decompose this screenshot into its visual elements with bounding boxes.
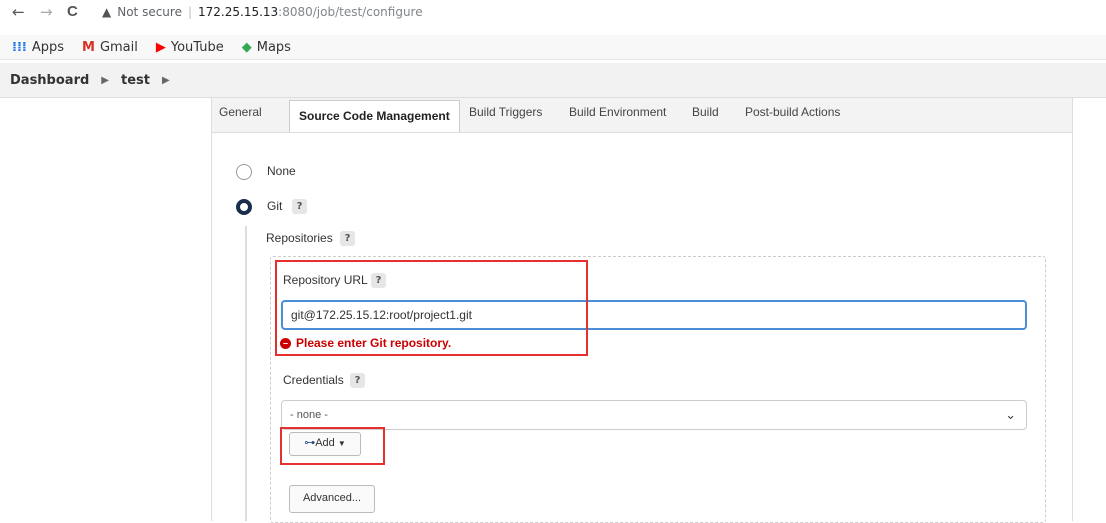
annotation-highlight-add-button: [280, 427, 385, 465]
breadcrumb: Dashboard ▶ test ▶: [0, 63, 1106, 98]
tab-build[interactable]: Build: [692, 105, 719, 119]
scm-none-label: None: [267, 164, 296, 178]
tab-post-build-actions[interactable]: Post-build Actions: [745, 105, 840, 119]
bookmark-label: Maps: [256, 39, 291, 55]
config-tabs: General Source Code Management Build Tri…: [212, 98, 1072, 133]
bookmark-label: YouTube: [170, 39, 224, 55]
maps-icon: ◆: [241, 39, 252, 55]
bookmark-label: Gmail: [99, 39, 138, 55]
browser-toolbar: ← → C ▲ Not secure | 172.25.15.13 :8080/…: [0, 0, 1106, 26]
tab-general[interactable]: General: [219, 105, 262, 119]
breadcrumb-chevron-icon[interactable]: ▶: [101, 75, 109, 86]
warning-icon: ▲: [102, 5, 112, 19]
url-path: :8080/job/test/configure: [278, 5, 423, 19]
scm-git-label: Git: [267, 199, 283, 213]
gmail-icon: M: [82, 39, 95, 55]
repositories-label: Repositories: [266, 231, 333, 245]
reload-icon[interactable]: C: [67, 3, 78, 20]
advanced-button[interactable]: Advanced...: [289, 485, 375, 513]
credentials-select[interactable]: - none - ⌄: [281, 400, 1027, 430]
scm-git-radio[interactable]: [236, 199, 252, 215]
tab-source-code-management[interactable]: Source Code Management: [289, 100, 460, 132]
security-label: Not secure: [117, 5, 182, 19]
config-panel: General Source Code Management Build Tri…: [211, 98, 1073, 523]
tab-build-triggers[interactable]: Build Triggers: [469, 105, 542, 119]
back-icon[interactable]: ←: [12, 3, 25, 21]
tab-build-environment[interactable]: Build Environment: [569, 105, 666, 119]
credentials-label: Credentials: [283, 373, 344, 387]
scm-none-radio[interactable]: [236, 164, 252, 180]
breadcrumb-test[interactable]: test: [121, 73, 150, 88]
breadcrumb-dashboard[interactable]: Dashboard: [10, 73, 89, 88]
bookmark-apps[interactable]: ⁞⁞⁞ Apps: [12, 40, 64, 55]
bookmark-label: Apps: [31, 39, 64, 55]
bookmark-gmail[interactable]: M Gmail: [82, 40, 138, 55]
git-section-line: [245, 226, 247, 521]
apps-icon: ⁞⁞⁞: [12, 39, 27, 55]
repositories-help-icon[interactable]: ?: [340, 231, 355, 246]
chevron-down-icon: ⌄: [1005, 407, 1016, 422]
annotation-highlight-repo-url: [275, 260, 588, 356]
bookmark-youtube[interactable]: ▶ YouTube: [156, 40, 224, 55]
credentials-selected-value: - none -: [290, 409, 328, 421]
forward-icon[interactable]: →: [40, 3, 53, 21]
git-help-icon[interactable]: ?: [292, 199, 307, 214]
bookmarks-bar: ⁞⁞⁞ Apps M Gmail ▶ YouTube ◆ Maps: [0, 35, 1106, 60]
omnibox-divider: |: [187, 5, 193, 19]
credentials-help-icon[interactable]: ?: [350, 373, 365, 388]
youtube-icon: ▶: [155, 39, 166, 55]
address-bar[interactable]: ▲ Not secure | 172.25.15.13 :8080/job/te…: [102, 2, 423, 22]
bookmark-maps[interactable]: ◆ Maps: [242, 40, 291, 55]
breadcrumb-chevron-icon[interactable]: ▶: [162, 75, 170, 86]
url-host: 172.25.15.13: [198, 5, 279, 19]
